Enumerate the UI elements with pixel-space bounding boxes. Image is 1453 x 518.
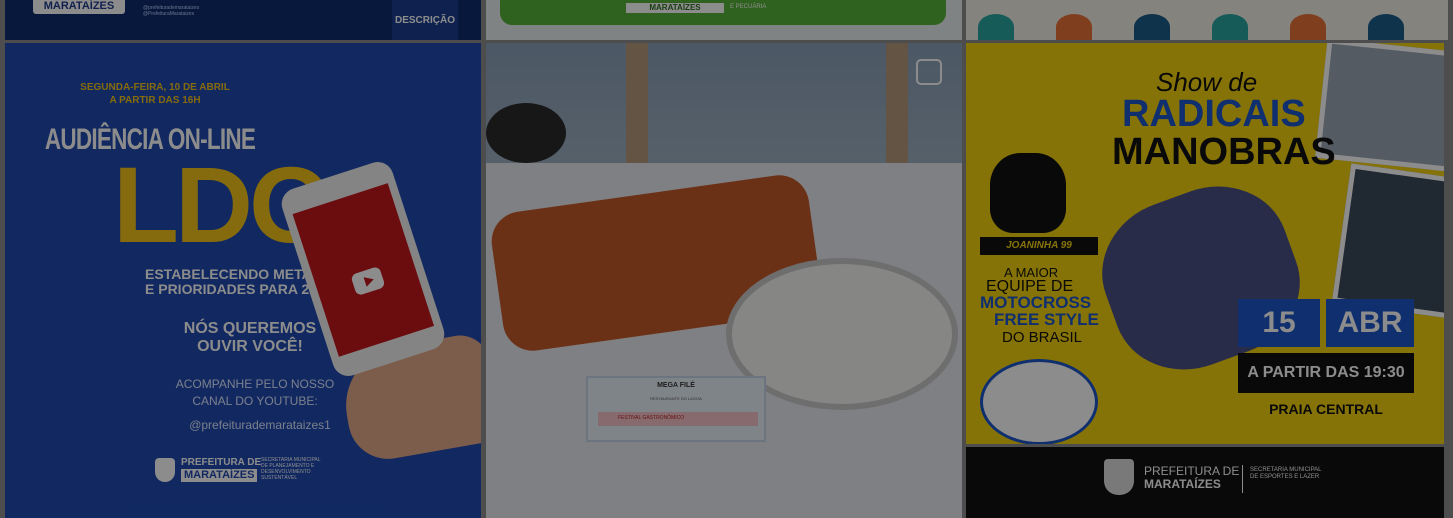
- crest-icon: [1104, 459, 1134, 495]
- pattern-shape: [1368, 14, 1404, 40]
- team-tagline: FREE STYLE: [994, 310, 1099, 329]
- post-thumbnail-motocross[interactable]: Show de RADICAIS MANOBRAS JOANINHA 99 A …: [966, 43, 1444, 444]
- green-banner: MARATAÍZES E PECUÁRIA: [500, 0, 946, 25]
- youtube-icon: [350, 265, 386, 297]
- secretaria-name: SECRETARIA MUNICIPAL DE ESPORTES E LAZER: [1250, 467, 1322, 480]
- post-motocross-footer[interactable]: PREFEITURA DE MARATAÍZES SECRETARIA MUNI…: [966, 447, 1444, 518]
- post-thumbnail-top-middle[interactable]: MARATAÍZES E PECUÁRIA: [486, 0, 962, 40]
- description-label: DESCRIÇÃO: [392, 0, 458, 40]
- event-date: SEGUNDA-FEIRA, 10 DE ABRIL A PARTIR DAS …: [80, 82, 230, 106]
- dish-card: MEGA FILÉ RESTAURANTE DO LAGOA FESTIVAL …: [586, 376, 766, 442]
- post-thumbnail-ldo[interactable]: SEGUNDA-FEIRA, 10 DE ABRIL A PARTIR DAS …: [5, 43, 481, 518]
- post-thumbnail-top-left[interactable]: MARATAÍZES @prefeiturademarataizes @Pref…: [5, 0, 481, 40]
- pattern-shape: [978, 14, 1014, 40]
- rider-photo: [1331, 163, 1444, 319]
- post-thumbnail-top-right[interactable]: [966, 0, 1448, 40]
- background-post: [886, 43, 908, 163]
- event-location: PRAIA CENTRAL: [1269, 401, 1383, 417]
- multiple-images-icon: [916, 59, 942, 85]
- team-tagline: MOTOCROSS: [980, 293, 1092, 312]
- radicais-text: RADICAIS: [1122, 93, 1306, 135]
- event-day: 15: [1238, 299, 1320, 347]
- banner-subtitle: E PECUÁRIA: [730, 4, 767, 10]
- post-thumbnail-food[interactable]: MEGA FILÉ RESTAURANTE DO LAGOA FESTIVAL …: [486, 43, 962, 518]
- event-time: A PARTIR DAS 19:30: [1238, 353, 1414, 393]
- team-name: JOANINHA 99: [980, 237, 1098, 255]
- event-month: ABR: [1326, 299, 1414, 347]
- prefeitura-name: MARATAÍZES: [1144, 477, 1221, 491]
- divider: [1242, 465, 1243, 493]
- social-handles: @prefeiturademarataizes @PrefeituraMarat…: [143, 5, 200, 17]
- pattern-shape: [1212, 14, 1248, 40]
- team-mascot-icon: [990, 153, 1066, 233]
- prefeitura-footer: PREFEITURA DE MARATAÍZES SECRETARIA MUNI…: [155, 456, 335, 486]
- background-post: [626, 43, 648, 173]
- acompanhe-text: ACOMPANHE PELO NOSSO CANAL DO YOUTUBE:: [175, 377, 335, 408]
- pattern-shape: [1134, 14, 1170, 40]
- clay-pot: [486, 103, 566, 163]
- post-grid: MARATAÍZES @prefeiturademarataizes @Pref…: [0, 0, 1453, 518]
- crest-icon: [155, 458, 175, 482]
- manobras-text: MANOBRAS: [1112, 131, 1336, 173]
- pattern-shape: [1290, 14, 1326, 40]
- prefeitura-logo: MARATAÍZES: [626, 3, 724, 13]
- prefeitura-logo: MARATAÍZES: [33, 0, 125, 14]
- youtube-handle: @prefeiturademarataizes1: [189, 418, 331, 432]
- team-tagline: DO BRASIL: [1002, 329, 1083, 346]
- sponsor-badge: [980, 359, 1098, 444]
- pattern-shape: [1056, 14, 1092, 40]
